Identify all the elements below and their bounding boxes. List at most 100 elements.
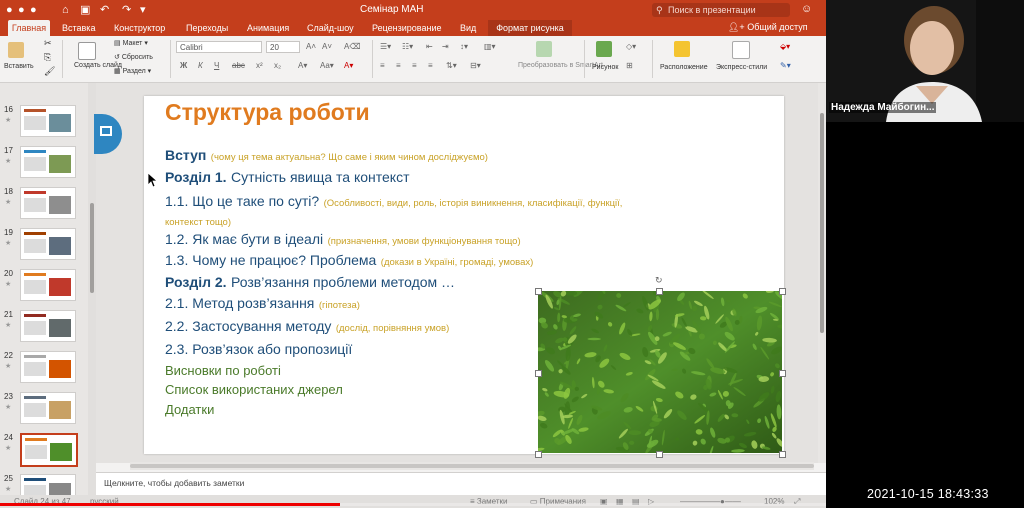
font-color-icon[interactable]: A▾ [344, 61, 353, 70]
outline-line[interactable]: 1.1. Що це таке по суті? (Особливості, в… [165, 193, 622, 211]
picture-icon[interactable] [596, 41, 612, 57]
shapes-icon[interactable]: ◇▾ [626, 42, 636, 51]
text-box-icon[interactable]: ⊞ [626, 61, 633, 70]
video-progress-remaining[interactable] [340, 503, 826, 506]
slide-thumbnail[interactable] [20, 228, 76, 260]
copy-icon[interactable]: ⎘ [44, 52, 51, 63]
italic-icon[interactable]: К [198, 61, 203, 70]
selection-handle[interactable] [779, 370, 786, 377]
text-direction-icon[interactable]: ⇅▾ [446, 61, 457, 70]
shape-fill-icon[interactable]: ⬙▾ [780, 42, 790, 51]
align-center-icon[interactable]: ≡ [396, 61, 401, 70]
cut-icon[interactable]: ✂ [44, 38, 52, 49]
tab-animations[interactable]: Анимация [247, 20, 289, 36]
outline-line[interactable]: Розділ 1. Сутність явища та контекст [165, 169, 409, 187]
font-name-select[interactable]: Calibri [176, 41, 262, 53]
outline-line[interactable]: 2.3. Розв’язок або пропозиції [165, 341, 352, 359]
outline-line[interactable]: Список використаних джерел [165, 381, 343, 399]
tab-review[interactable]: Рецензирование [372, 20, 442, 36]
slide-thumbnail[interactable] [20, 187, 76, 219]
format-painter-icon[interactable]: 🖌︎ [44, 66, 55, 77]
tab-slideshow[interactable]: Слайд-шоу [307, 20, 354, 36]
slide-thumbnail[interactable] [20, 474, 76, 495]
align-left-icon[interactable]: ≡ [380, 61, 385, 70]
zoom-window-icon[interactable]: ● [30, 4, 37, 16]
outline-line[interactable]: 1.2. Як має бути в ідеалі (призначення, … [165, 231, 521, 249]
subscript-icon[interactable]: x₂ [274, 61, 281, 70]
superscript-icon[interactable]: x² [256, 61, 263, 70]
align-right-icon[interactable]: ≡ [412, 61, 417, 70]
slide-thumbnail[interactable] [20, 269, 76, 301]
tab-design[interactable]: Конструктор [114, 20, 165, 36]
home-icon[interactable]: ⌂ [62, 4, 69, 16]
outline-line[interactable]: 1.3. Чому не працює? Проблема (докази в … [165, 252, 533, 270]
undo-icon[interactable]: ↶ [100, 4, 109, 16]
new-slide-icon[interactable] [78, 42, 96, 60]
text-highlight-icon[interactable]: A▾ [298, 61, 307, 70]
font-effects-icon[interactable]: Aa▾ [320, 61, 334, 70]
shape-outline-icon[interactable]: ✎▾ [780, 61, 791, 70]
strikethrough-icon[interactable]: abc [232, 61, 245, 70]
redo-icon[interactable]: ↷ [122, 4, 131, 16]
outline-line[interactable]: Висновки по роботі [165, 362, 281, 380]
increase-font-icon[interactable]: A˄ [306, 42, 316, 51]
save-icon[interactable]: ▣ [80, 4, 90, 16]
reset-button[interactable]: ↺ Сбросить [114, 53, 153, 61]
notes-pane[interactable]: Щелкните, чтобы добавить заметки [96, 472, 826, 495]
selection-handle[interactable] [779, 288, 786, 295]
slide-thumbnail[interactable] [20, 310, 76, 342]
selection-handle[interactable] [656, 451, 663, 458]
smartart-icon[interactable] [536, 41, 552, 57]
current-slide[interactable]: Структура роботи Вступ (чому ця тема акт… [144, 96, 784, 454]
tab-view[interactable]: Вид [460, 20, 476, 36]
outdent-icon[interactable]: ⇤ [426, 42, 433, 51]
slide-thumbnail[interactable] [20, 392, 76, 424]
align-text-icon[interactable]: ⊟▾ [470, 61, 481, 70]
outline-line[interactable]: контекст тощо) [165, 212, 231, 230]
search-input[interactable]: ⚲ Поиск в презентации [652, 3, 790, 17]
tab-picture-format[interactable]: Формат рисунка [488, 20, 572, 36]
outline-line[interactable]: Розділ 2. Розв’язання проблеми методом … [165, 274, 455, 292]
outline-line[interactable]: 2.1. Метод розв’язання (гіпотеза) [165, 295, 360, 313]
slide-thumbnail[interactable] [20, 433, 78, 467]
slide-thumbnail[interactable] [20, 351, 76, 383]
decrease-font-icon[interactable]: A˅ [322, 42, 332, 51]
plant-photo[interactable] [538, 291, 782, 453]
customize-toolbar-icon[interactable]: ▾ [140, 4, 146, 16]
tab-home[interactable]: Главная [8, 20, 50, 36]
tab-insert[interactable]: Вставка [62, 20, 95, 36]
section-button[interactable]: ▦ Раздел ▾ [114, 67, 151, 75]
quick-styles-icon[interactable] [732, 41, 750, 59]
selection-handle[interactable] [779, 451, 786, 458]
selection-handle[interactable] [535, 370, 542, 377]
minimize-window-icon[interactable]: ● [18, 4, 25, 16]
paste-icon[interactable] [8, 42, 24, 58]
justify-icon[interactable]: ≡ [428, 61, 433, 70]
slide-thumbnail[interactable] [20, 105, 76, 137]
layout-button[interactable]: ▤ Макет ▾ [114, 39, 148, 47]
feedback-smiley-icon[interactable]: ☺ [801, 3, 812, 15]
slide-thumbnail[interactable] [20, 146, 76, 178]
indent-icon[interactable]: ⇥ [442, 42, 449, 51]
canvas-vertical-scrollbar[interactable] [818, 83, 826, 463]
underline-icon[interactable]: Ч [214, 61, 219, 70]
outline-line[interactable]: 2.2. Застосування методу (дослід, порівн… [165, 318, 449, 336]
clear-format-icon[interactable]: A⌫ [344, 42, 361, 51]
canvas-horizontal-scrollbar[interactable] [130, 462, 814, 470]
bold-icon[interactable]: Ж [180, 61, 187, 70]
arrange-icon[interactable] [674, 41, 690, 57]
bullets-icon[interactable]: ☰▾ [380, 42, 391, 51]
selection-handle[interactable] [656, 288, 663, 295]
share-button[interactable]: 👤︎+ Общий доступ [728, 22, 808, 33]
slide-title[interactable]: Структура роботи [165, 99, 370, 126]
tab-transitions[interactable]: Переходы [186, 20, 228, 36]
video-progress-played[interactable] [0, 503, 340, 506]
columns-icon[interactable]: ▥▾ [484, 42, 496, 51]
line-spacing-icon[interactable]: ↕▾ [460, 42, 468, 51]
numbering-icon[interactable]: ☷▾ [402, 42, 413, 51]
close-window-icon[interactable]: ● [6, 4, 13, 16]
rotate-handle-icon[interactable]: ↻ [655, 275, 663, 286]
selection-handle[interactable] [535, 451, 542, 458]
selection-handle[interactable] [535, 288, 542, 295]
outline-line[interactable]: Додатки [165, 401, 214, 419]
